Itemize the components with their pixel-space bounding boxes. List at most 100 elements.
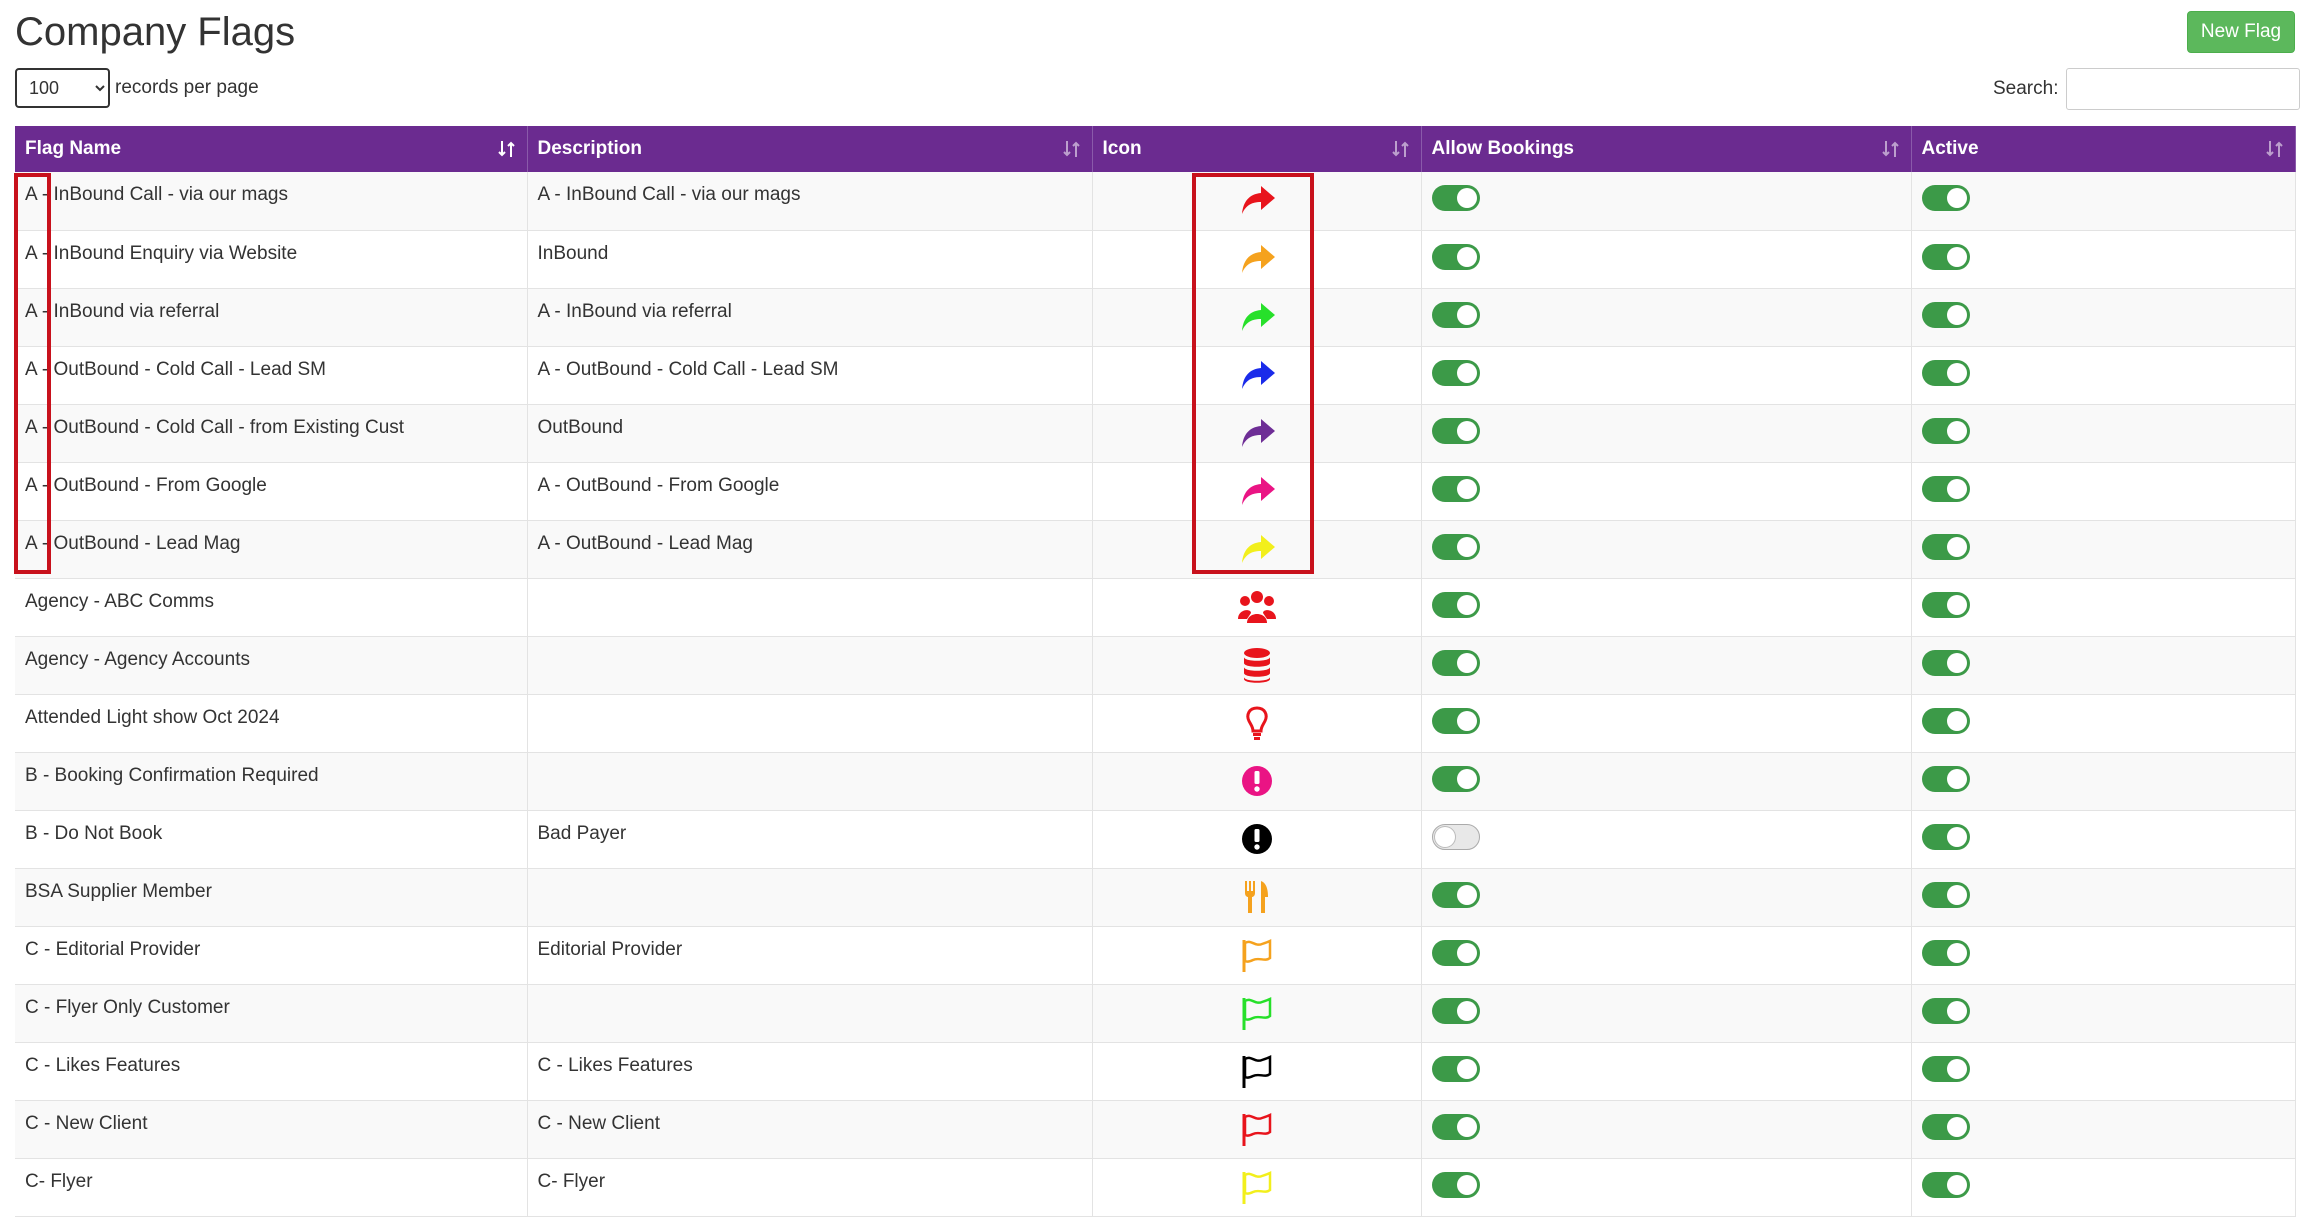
icon-cell	[1092, 694, 1422, 753]
flag-name-cell: A - OutBound - Cold Call - from Existing…	[15, 404, 528, 463]
database-icon	[1237, 647, 1277, 690]
table-row[interactable]: C - Flyer Only Customer	[15, 984, 2296, 1043]
active-toggle[interactable]	[1921, 1113, 1970, 1140]
column-header-description[interactable]: Description	[527, 126, 1093, 172]
active-toggle[interactable]	[1921, 533, 1970, 560]
exclamation-circle-icon	[1237, 823, 1277, 864]
allow-bookings-toggle[interactable]	[1431, 301, 1480, 328]
table-row[interactable]: Agency - Agency Accounts	[15, 636, 2296, 695]
records-per-page-select[interactable]: 100	[15, 68, 110, 108]
flag-name-cell: A - OutBound - Cold Call - Lead SM	[15, 346, 528, 405]
allow-bookings-toggle[interactable]	[1431, 417, 1480, 444]
active-toggle[interactable]	[1921, 997, 1970, 1024]
active-toggle[interactable]	[1921, 707, 1970, 734]
flag-name-cell: Attended Light show Oct 2024	[15, 694, 528, 753]
description-cell: C - New Client	[527, 1100, 1093, 1159]
allow-bookings-toggle[interactable]	[1431, 881, 1480, 908]
table-row[interactable]: A - InBound Call - via our mags A - InBou…	[15, 172, 2296, 231]
table-row[interactable]: Agency - ABC Comms	[15, 578, 2296, 637]
table-row[interactable]: A - OutBound - Cold Call - Lead SM A - Ou…	[15, 346, 2296, 405]
sort-icon[interactable]	[1881, 139, 1901, 159]
allow-bookings-cell	[1421, 1100, 1912, 1159]
allow-bookings-cell	[1421, 578, 1912, 637]
allow-bookings-toggle[interactable]	[1431, 1171, 1480, 1198]
active-cell	[1911, 288, 2296, 347]
icon-cell	[1092, 578, 1422, 637]
active-toggle[interactable]	[1921, 417, 1970, 444]
active-toggle[interactable]	[1921, 1055, 1970, 1082]
search-input[interactable]	[2066, 68, 2301, 110]
allow-bookings-toggle[interactable]	[1431, 243, 1480, 270]
sort-icon[interactable]	[1062, 139, 1082, 159]
table-row[interactable]: A - OutBound - Cold Call - from Existing…	[15, 404, 2296, 463]
allow-bookings-toggle[interactable]	[1431, 359, 1480, 386]
allow-bookings-toggle[interactable]	[1431, 475, 1480, 502]
allow-bookings-toggle[interactable]	[1431, 1113, 1480, 1140]
active-toggle[interactable]	[1921, 939, 1970, 966]
column-header-active[interactable]: Active	[1911, 126, 2296, 172]
active-toggle[interactable]	[1921, 185, 1970, 211]
active-toggle[interactable]	[1921, 475, 1970, 502]
table-row[interactable]: C- Flyer C- Flyer	[15, 1158, 2296, 1217]
column-header-label: Active	[1921, 138, 1979, 159]
active-toggle[interactable]	[1921, 591, 1970, 618]
table-row[interactable]: A - OutBound - From Google A - OutBound -…	[15, 462, 2296, 521]
active-toggle[interactable]	[1921, 823, 1970, 850]
sort-icon[interactable]	[1391, 139, 1411, 159]
table-row[interactable]: Attended Light show Oct 2024	[15, 694, 2296, 753]
allow-bookings-toggle[interactable]	[1431, 1055, 1480, 1082]
allow-bookings-toggle[interactable]	[1431, 649, 1480, 676]
description-cell: OutBound	[527, 404, 1093, 463]
active-cell	[1911, 984, 2296, 1043]
allow-bookings-cell	[1421, 868, 1912, 927]
new-flag-button[interactable]: New Flag	[2187, 11, 2295, 53]
sort-icon[interactable]	[2265, 139, 2285, 159]
active-toggle[interactable]	[1921, 301, 1970, 328]
flag-name-cell: A - InBound Enquiry via Website	[15, 230, 528, 289]
active-cell	[1911, 694, 2296, 753]
flags-table: Flag Name Description Icon Allow Booking…	[15, 126, 2296, 1217]
description-cell: Editorial Provider	[527, 926, 1093, 985]
allow-bookings-toggle[interactable]	[1431, 823, 1480, 850]
icon-cell	[1092, 520, 1422, 579]
column-header-allow-bookings[interactable]: Allow Bookings	[1421, 126, 1912, 172]
active-toggle[interactable]	[1921, 881, 1970, 908]
flag-outline-icon	[1237, 1112, 1277, 1154]
table-row[interactable]: C - New Client C - New Client	[15, 1100, 2296, 1159]
active-toggle[interactable]	[1921, 243, 1970, 270]
table-row[interactable]: A - OutBound - Lead Mag A - OutBound - Le…	[15, 520, 2296, 579]
flag-name-cell: A - OutBound - Lead Mag	[15, 520, 528, 579]
column-header-icon[interactable]: Icon	[1092, 126, 1422, 172]
allow-bookings-toggle[interactable]	[1431, 707, 1480, 734]
allow-bookings-cell	[1421, 288, 1912, 347]
flag-name-cell: B - Booking Confirmation Required	[15, 752, 528, 811]
flag-name-cell: BSA Supplier Member	[15, 868, 528, 927]
table-row[interactable]: A - InBound via referral A - InBound via …	[15, 288, 2296, 347]
active-toggle[interactable]	[1921, 1171, 1970, 1198]
active-toggle[interactable]	[1921, 649, 1970, 676]
allow-bookings-toggle[interactable]	[1431, 997, 1480, 1024]
icon-cell	[1092, 288, 1422, 347]
users-icon	[1237, 590, 1277, 632]
table-row[interactable]: BSA Supplier Member	[15, 868, 2296, 927]
table-row[interactable]: C - Editorial Provider Editorial Provider	[15, 926, 2296, 985]
allow-bookings-toggle[interactable]	[1431, 533, 1480, 560]
flag-name-cell: A - InBound via referral	[15, 288, 528, 347]
description-cell: A - OutBound - Lead Mag	[527, 520, 1093, 579]
column-header-flag-name[interactable]: Flag Name	[15, 126, 528, 172]
table-row[interactable]: B - Booking Confirmation Required	[15, 752, 2296, 811]
description-cell: Bad Payer	[527, 810, 1093, 869]
table-row[interactable]: C - Likes Features C - Likes Features	[15, 1042, 2296, 1101]
active-toggle[interactable]	[1921, 765, 1970, 792]
active-cell	[1911, 346, 2296, 405]
allow-bookings-toggle[interactable]	[1431, 939, 1480, 966]
allow-bookings-toggle[interactable]	[1431, 591, 1480, 618]
active-cell	[1911, 1042, 2296, 1101]
allow-bookings-toggle[interactable]	[1431, 185, 1480, 211]
flag-name-cell: A - OutBound - From Google	[15, 462, 528, 521]
active-toggle[interactable]	[1921, 359, 1970, 386]
sort-icon[interactable]	[497, 139, 517, 159]
allow-bookings-toggle[interactable]	[1431, 765, 1480, 792]
table-row[interactable]: A - InBound Enquiry via Website InBound	[15, 230, 2296, 289]
table-row[interactable]: B - Do Not Book Bad Payer	[15, 810, 2296, 869]
